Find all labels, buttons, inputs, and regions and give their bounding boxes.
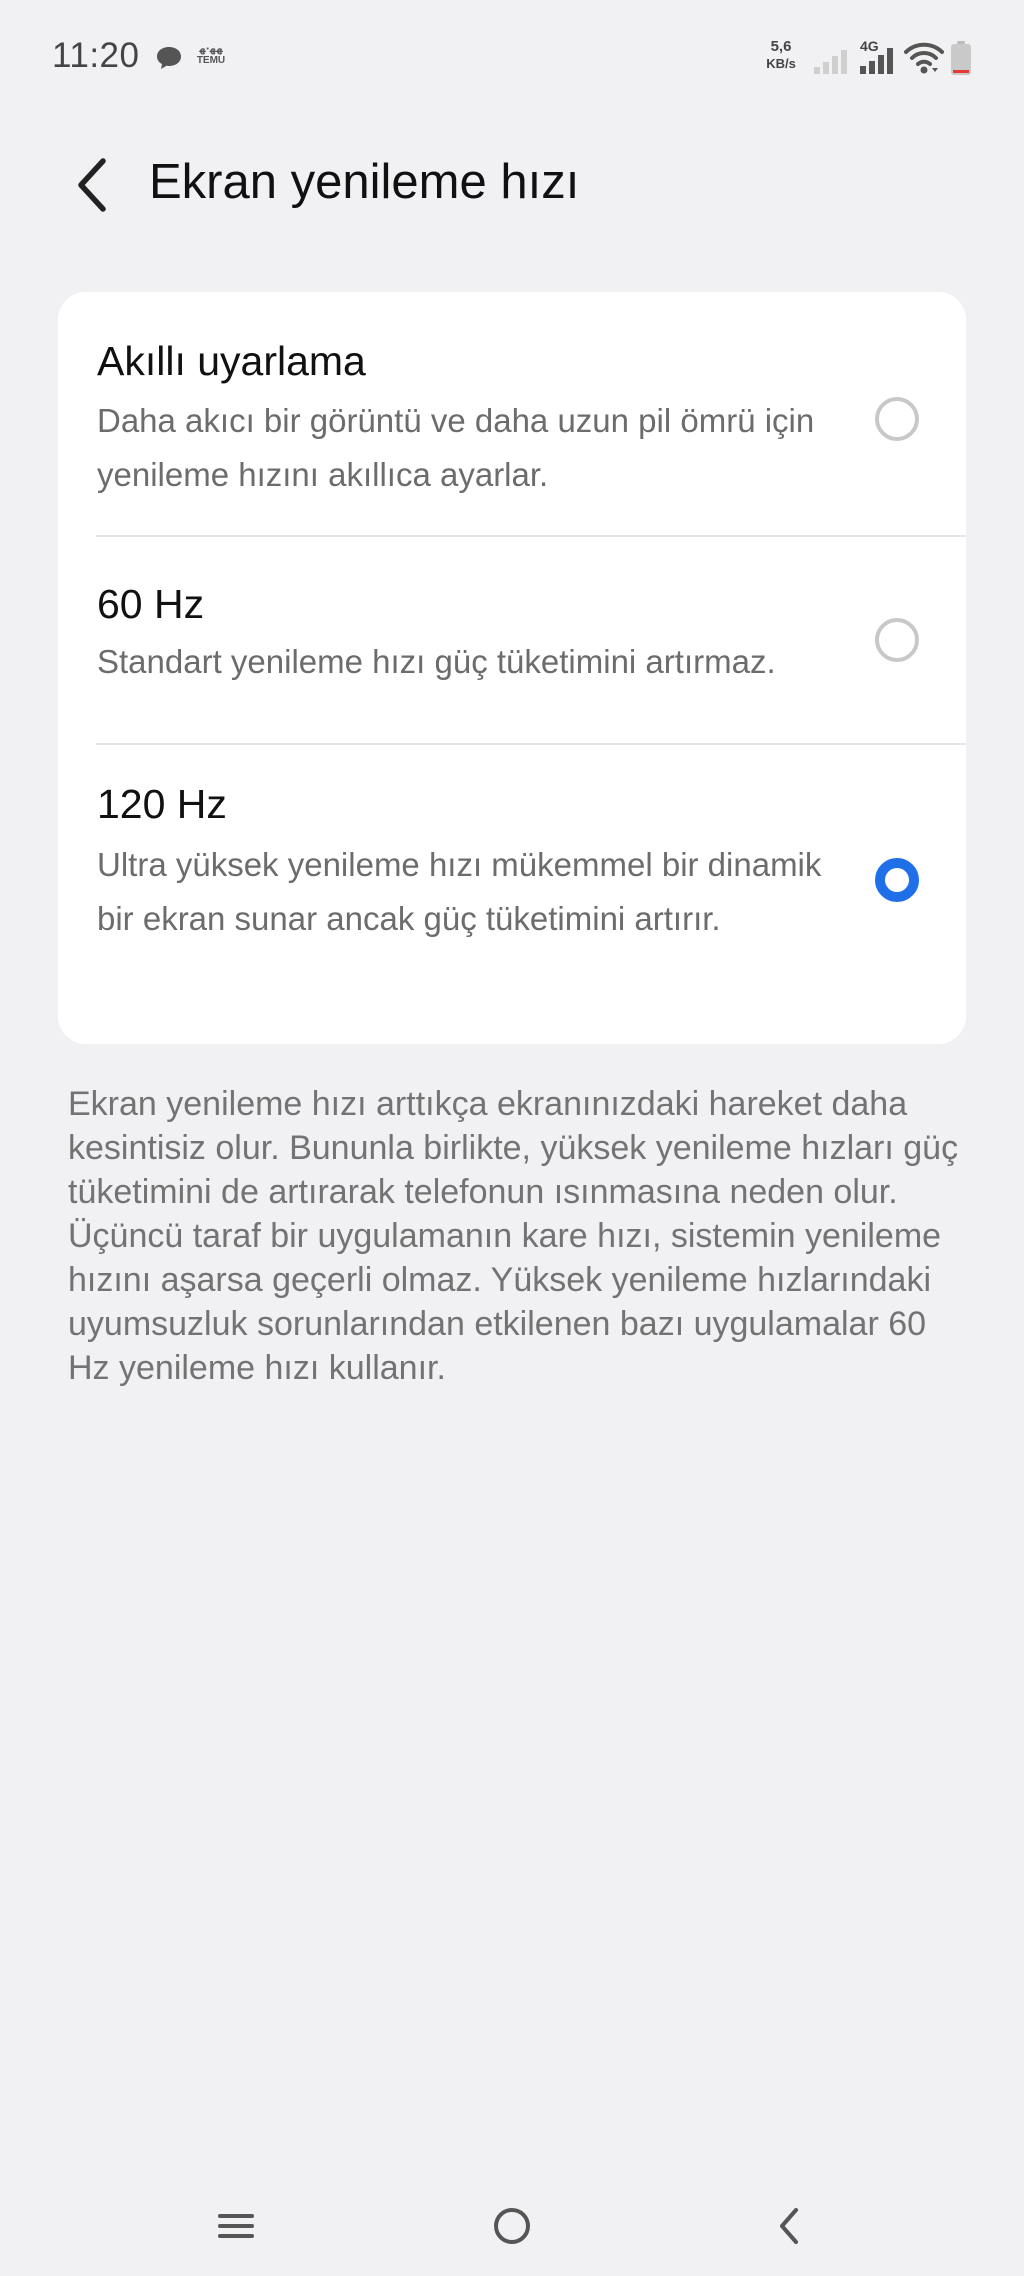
status-bar: 11:20 ﻬﻬ⋅ﻬ TEMU 5,6 KB/s 4G [0, 0, 1024, 110]
status-time: 11:20 [52, 36, 140, 75]
signal-sim2-icon: 4G [858, 38, 898, 79]
option-adaptive[interactable]: Akıllı uyarlama Daha akıcı bir görüntü v… [58, 292, 966, 536]
network-speed-value: 5,6 [770, 38, 792, 55]
back-icon [780, 2208, 798, 2244]
refresh-rate-options-card: Akıllı uyarlama Daha akıcı bir görüntü v… [58, 292, 966, 1044]
option-description: Daha akıcı bir görüntü ve daha uzun pil … [97, 402, 815, 493]
network-speed: 5,6 KB/s [762, 38, 800, 72]
temu-icon-line1: ﻬﻬ⋅ﻬ [199, 44, 223, 55]
radio-button-adaptive[interactable] [875, 397, 919, 441]
option-description: Standart yenileme hızı güç tüketimini ar… [97, 643, 776, 680]
wifi-icon [904, 40, 944, 79]
page-title: Ekran yenileme hızı [149, 155, 580, 209]
network-speed-unit: KB/s [766, 56, 796, 71]
chevron-left-icon [78, 158, 106, 212]
option-description: Ultra yüksek yenileme hızı mükemmel bir … [97, 846, 822, 937]
radio-button-120hz[interactable] [875, 858, 919, 902]
network-type: 4G [860, 38, 879, 54]
nav-back-button[interactable] [754, 2196, 824, 2256]
radio-button-60hz[interactable] [875, 618, 919, 662]
app-header: Ekran yenileme hızı [0, 130, 1024, 240]
option-120hz[interactable]: 120 Hz Ultra yüksek yenileme hızı mükemm… [58, 745, 966, 1044]
back-button[interactable] [62, 150, 122, 220]
home-icon [494, 2208, 530, 2244]
option-title: 120 Hz [97, 781, 227, 827]
temu-icon-label: TEMU [196, 55, 226, 66]
temu-icon: ﻬﻬ⋅ﻬ TEMU [195, 44, 227, 70]
signal-sim1-icon [814, 48, 850, 79]
home-button[interactable] [477, 2196, 547, 2256]
recent-apps-icon [218, 2214, 254, 2238]
refresh-rate-info-text: Ekran yenileme hızı arttıkça ekranınızda… [68, 1085, 959, 1387]
recent-apps-button[interactable] [201, 2196, 271, 2256]
option-60hz[interactable]: 60 Hz Standart yenileme hızı güç tüketim… [58, 537, 966, 743]
option-title: Akıllı uyarlama [97, 338, 366, 384]
system-navigation-bar [0, 2180, 1024, 2276]
battery-low-icon [950, 41, 972, 80]
chat-bubble-icon [155, 44, 183, 77]
option-title: 60 Hz [97, 581, 205, 627]
